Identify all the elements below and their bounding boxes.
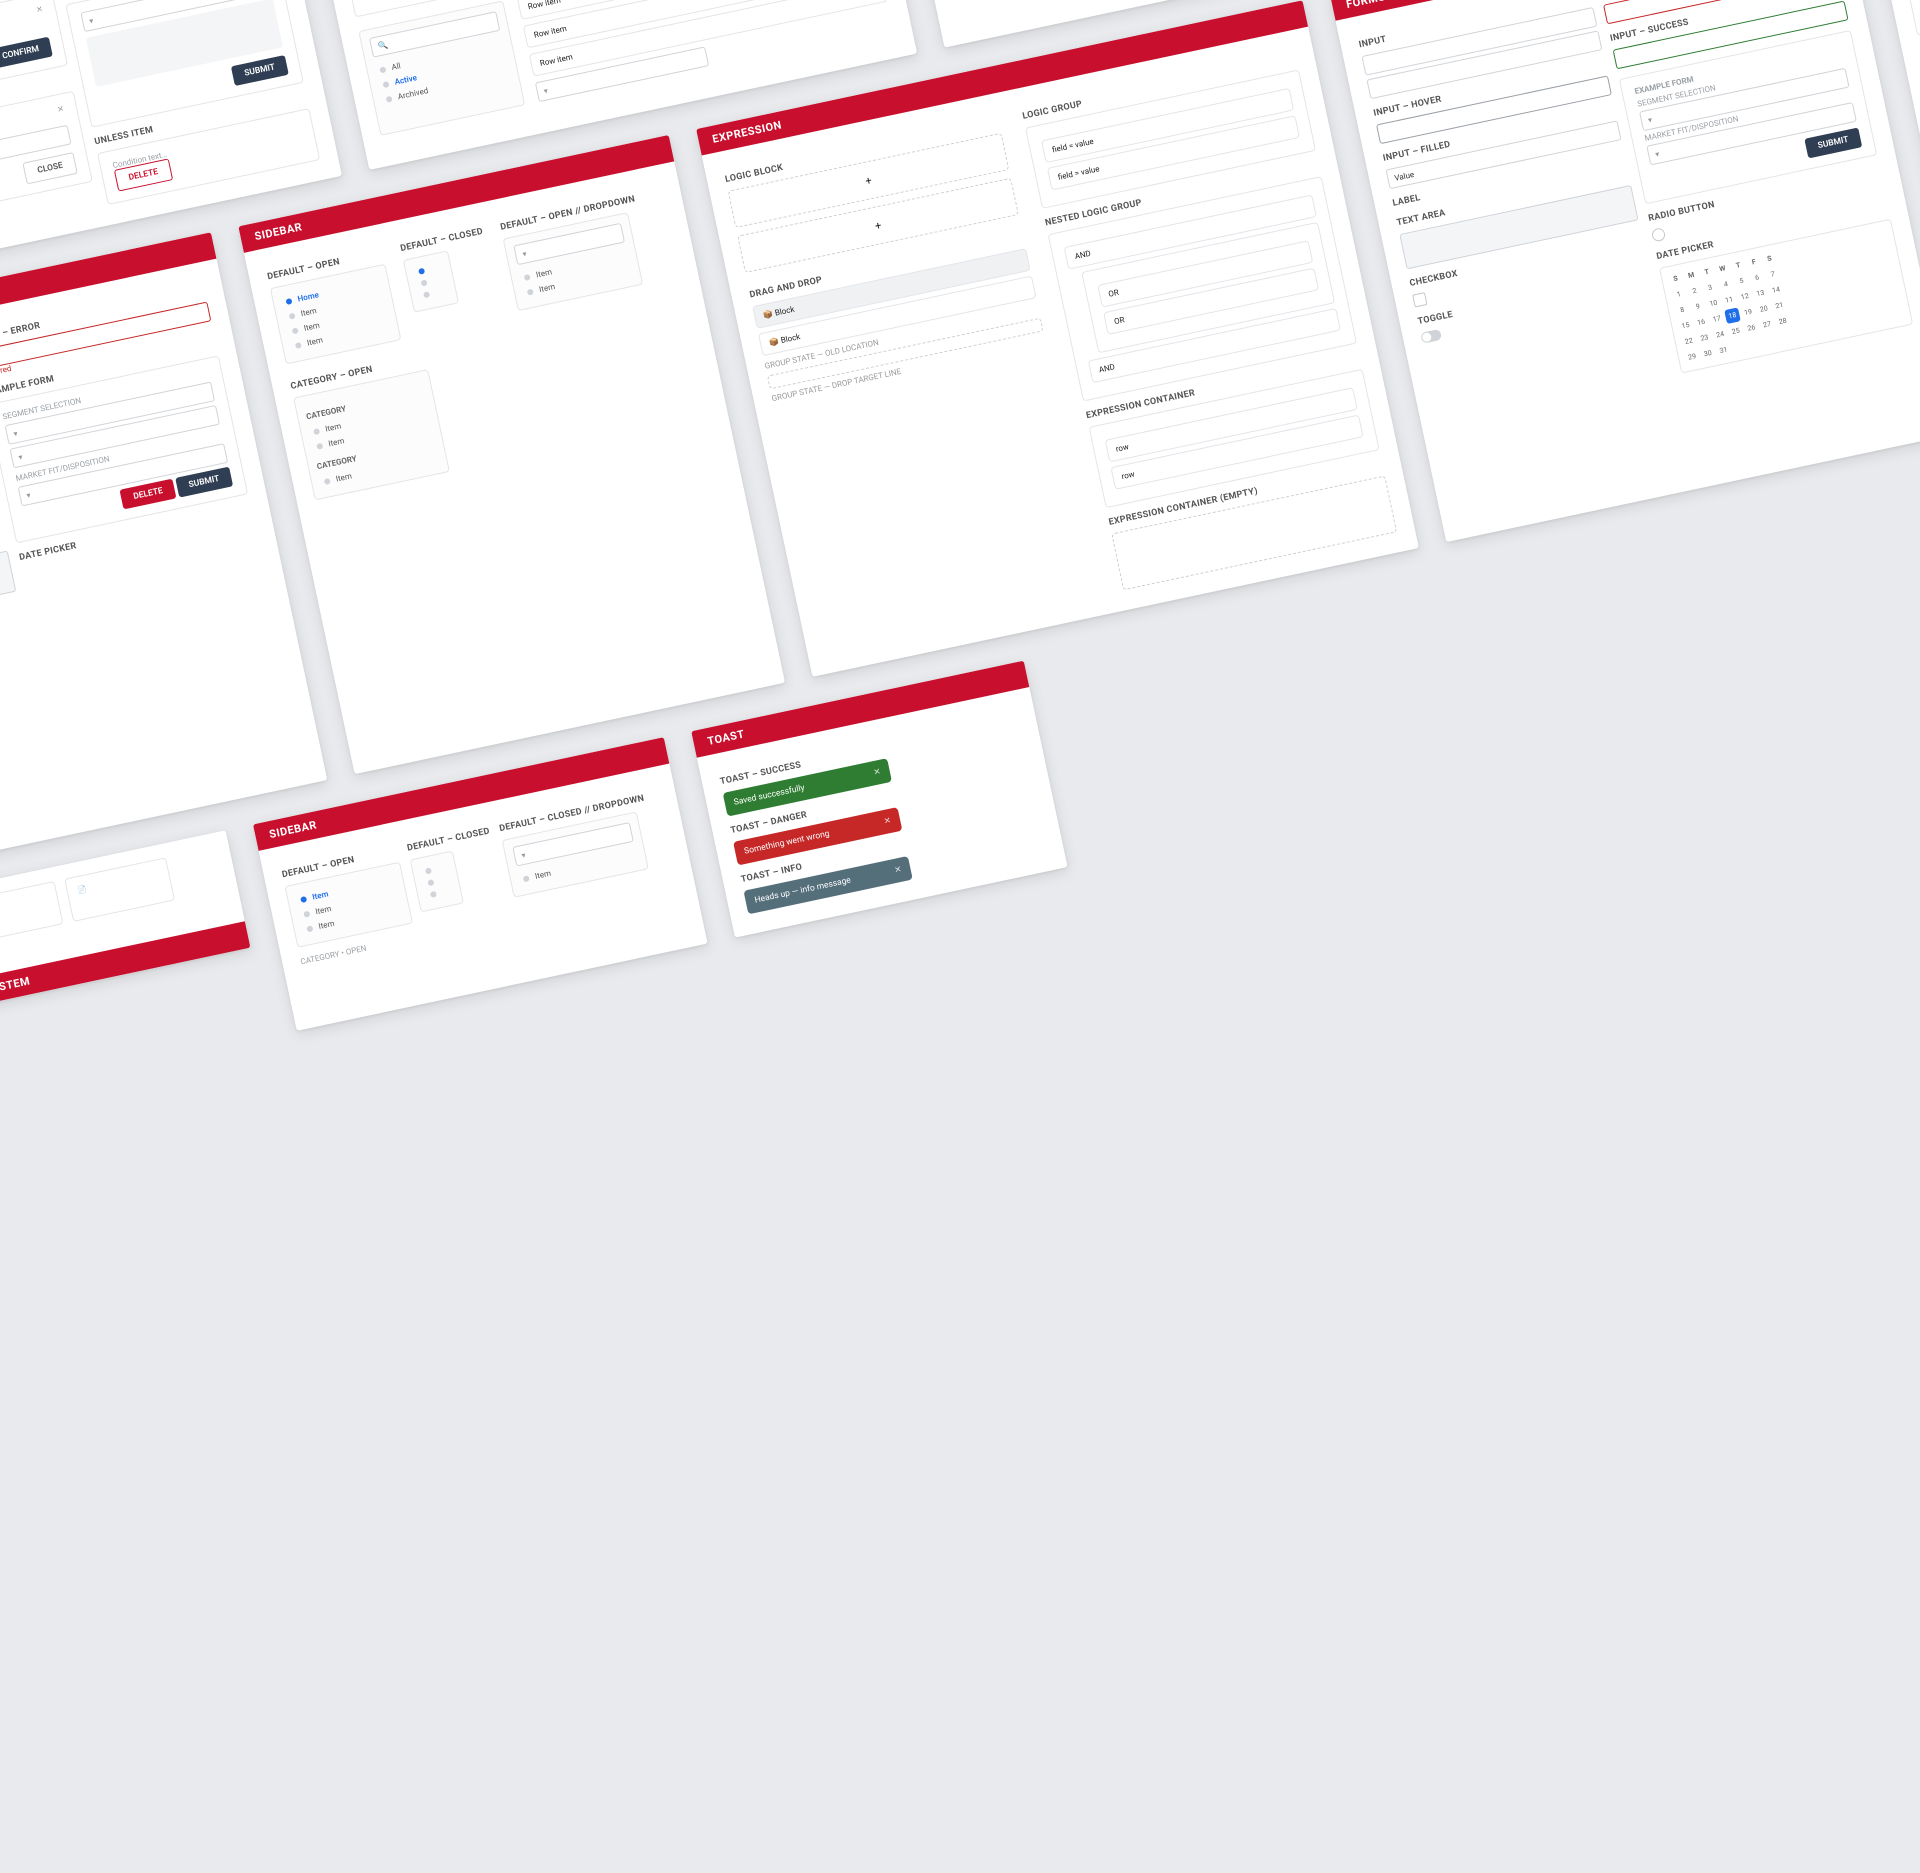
sb3-closed: DEFAULT – CLOSED	[406, 826, 490, 853]
panel-toast: TOAST TOAST – SUCCESS Saved successfully…	[691, 661, 1067, 938]
checkbox[interactable]	[1412, 292, 1427, 307]
folder-thumb-header: ER SYSTEM	[0, 921, 250, 1010]
toast-success-msg: Saved successfully	[733, 783, 806, 808]
calendar-day[interactable]: 12	[1737, 288, 1754, 305]
calendar-day[interactable]: 15	[1677, 317, 1694, 334]
calendar-day[interactable]: 9	[1690, 298, 1707, 315]
calendar-day[interactable]: 30	[1700, 345, 1717, 362]
calendar-day[interactable]: 13	[1752, 285, 1769, 302]
calendar-day[interactable]: 8	[1674, 302, 1691, 319]
panel-expression: EXPRESSION LOGIC BLOCK + + DRAG AND DROP…	[696, 0, 1419, 677]
calendar-day[interactable]: 11	[1721, 292, 1738, 309]
calendar-day[interactable]: 24	[1712, 326, 1729, 343]
close-button[interactable]: CLOSE	[23, 152, 78, 184]
ai-complete-card	[1908, 0, 1920, 36]
confirm-button[interactable]: CONFIRM	[0, 37, 53, 69]
calendar-day[interactable]: 31	[1715, 342, 1732, 359]
calendar-day[interactable]: 28	[1774, 313, 1791, 330]
calendar-day[interactable]: 16	[1693, 314, 1710, 331]
toast-close-icon[interactable]: ✕	[873, 767, 882, 778]
calendar-day[interactable]: 18	[1724, 307, 1741, 324]
wizard-submit[interactable]: SUBMIT	[231, 55, 289, 86]
calendar-day[interactable]: 3	[1702, 279, 1719, 296]
calendar-day[interactable]: 7	[1764, 266, 1781, 283]
calendar-day[interactable]: 19	[1740, 304, 1757, 321]
close-icon-4[interactable]: ✕	[56, 104, 66, 120]
textarea[interactable]	[0, 550, 16, 640]
calendar-day[interactable]: 25	[1728, 323, 1745, 340]
close-icon-3[interactable]: ✕	[35, 4, 45, 20]
sidebar-closed: DEFAULT – CLOSED	[400, 227, 484, 254]
calendar-day[interactable]: 26	[1743, 320, 1760, 337]
calendar-day[interactable]: 21	[1771, 297, 1788, 314]
toggle[interactable]	[1420, 329, 1442, 344]
calendar-day[interactable]: 14	[1768, 282, 1785, 299]
toast-close-icon-3[interactable]: ✕	[893, 865, 902, 876]
toast-info-msg: Heads up — info message	[754, 875, 852, 905]
calendar-day[interactable]: 10	[1705, 295, 1722, 312]
calendar-day[interactable]: 17	[1709, 311, 1726, 328]
panel-sidebar: SIDEBAR DEFAULT – OPEN Home Item Item It…	[238, 135, 785, 774]
folder-item[interactable]: 📄	[72, 866, 163, 899]
calendar-day[interactable]: 5	[1733, 273, 1750, 290]
toast-danger-msg: Something went wrong	[743, 829, 830, 857]
calendar-day[interactable]: 22	[1681, 333, 1698, 350]
calendar-day[interactable]: 4	[1718, 276, 1735, 293]
calendar-day[interactable]: 6	[1749, 269, 1766, 286]
panel-forms-2: FORMS INPUT INPUT – HOVER INPUT – FILLED…	[1330, 0, 1920, 542]
calendar-day[interactable]: 2	[1686, 283, 1703, 300]
panel-folder-thumb: 📁 📁 📄 ER SYSTEM	[0, 830, 250, 1010]
calendar-day[interactable]: 27	[1759, 316, 1776, 333]
f2-submit[interactable]: SUBMIT	[1804, 127, 1862, 158]
radio[interactable]	[1651, 227, 1666, 242]
toast-close-icon-2[interactable]: ✕	[883, 816, 892, 827]
calendar-day[interactable]: 23	[1696, 330, 1713, 347]
calendar-day[interactable]: 20	[1755, 301, 1772, 318]
calendar-day[interactable]: 1	[1671, 286, 1688, 303]
calendar-day[interactable]: 29	[1684, 349, 1701, 366]
